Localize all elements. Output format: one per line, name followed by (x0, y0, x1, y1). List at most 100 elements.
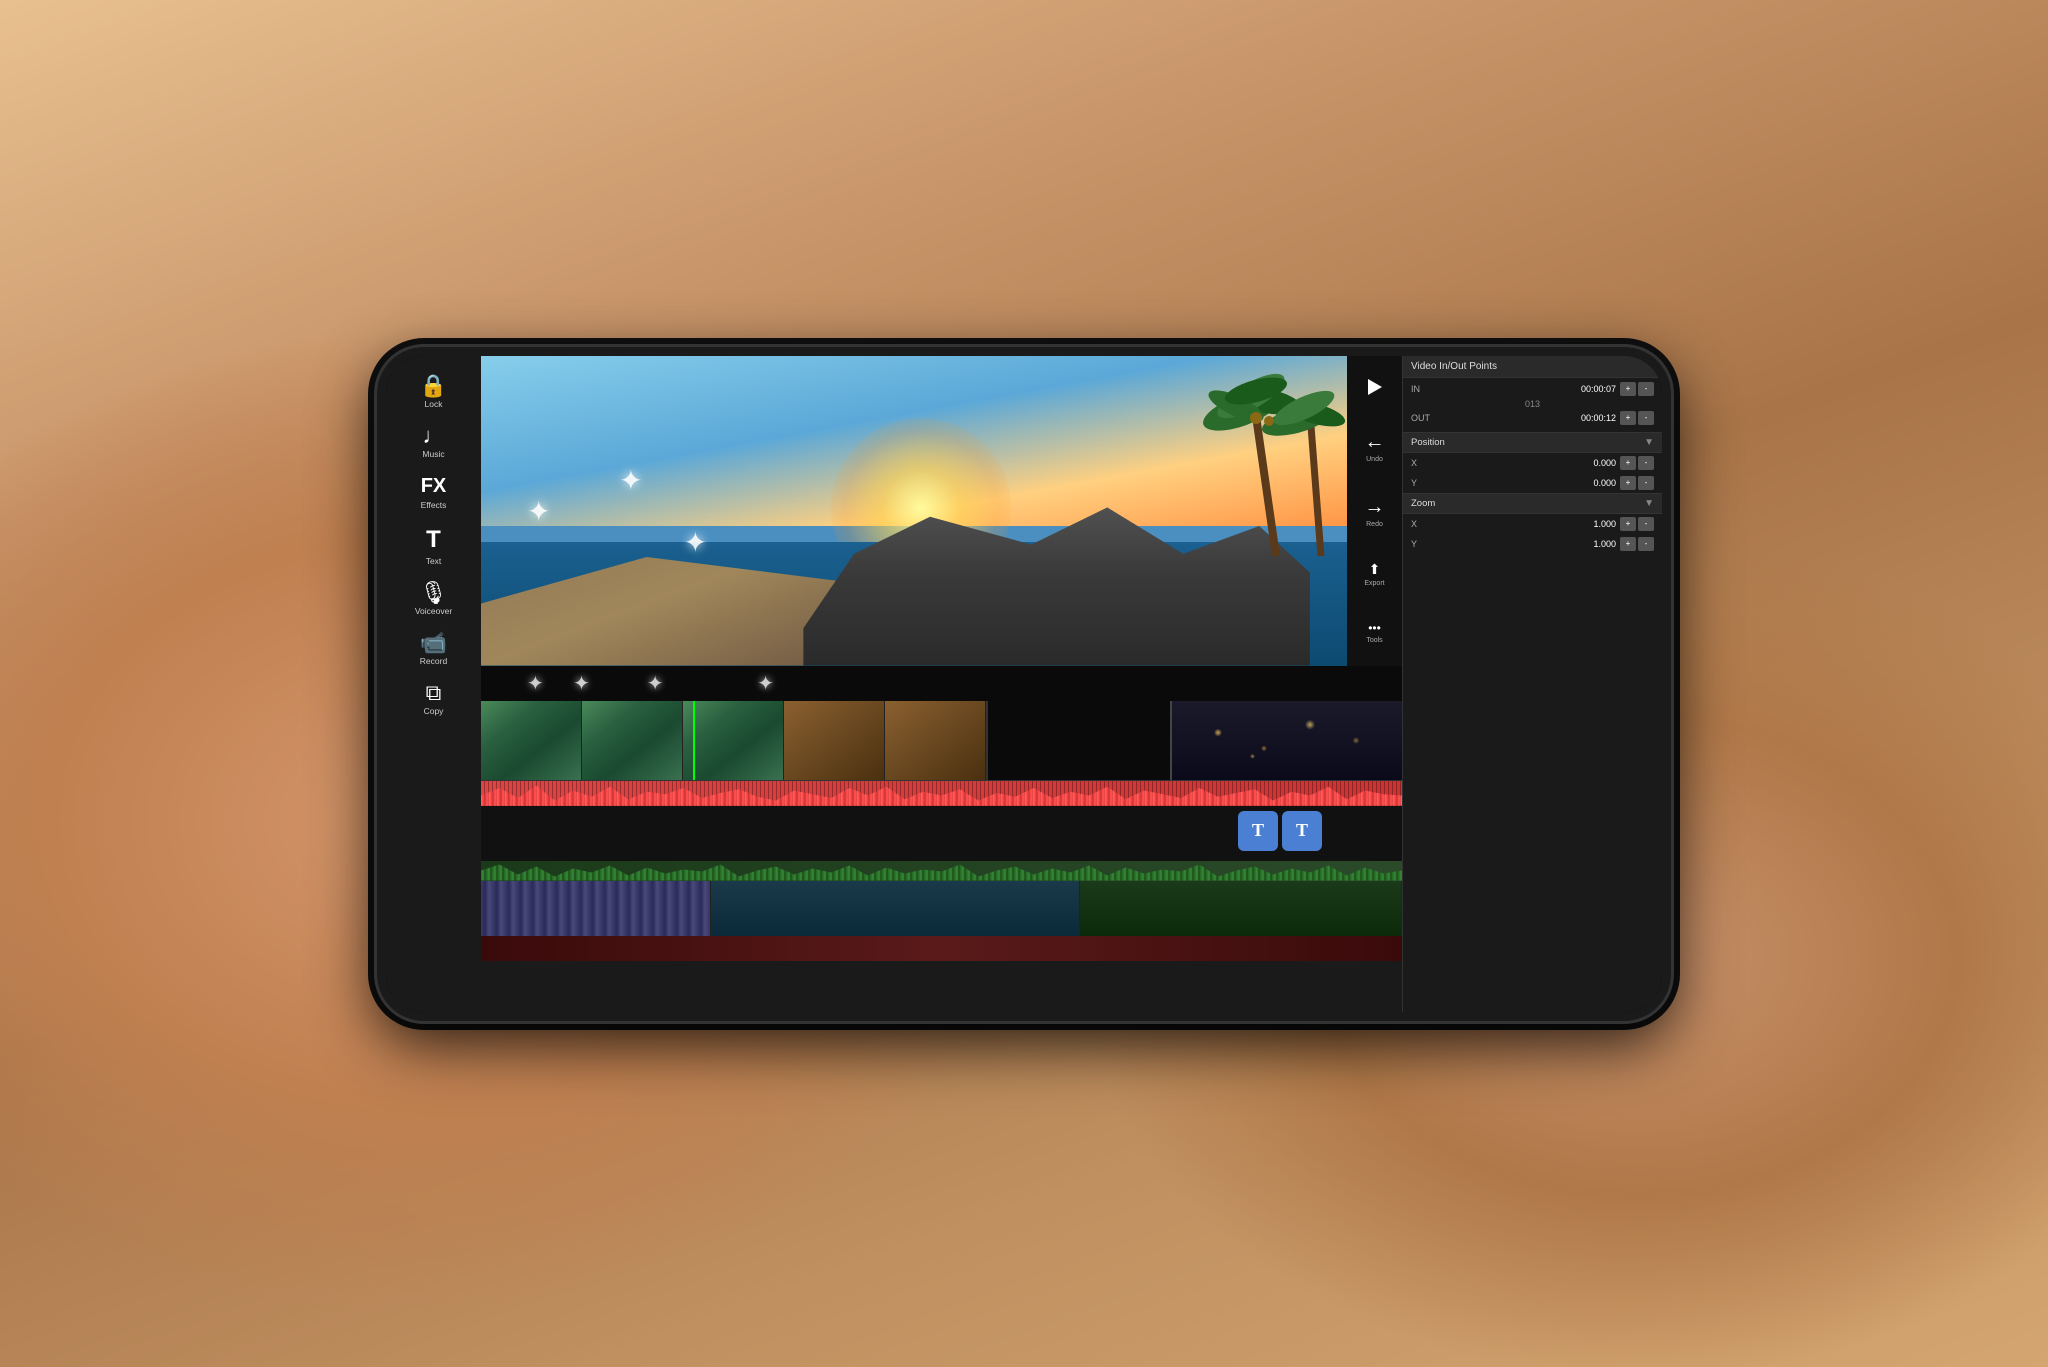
title-button-2[interactable]: T (1282, 811, 1322, 851)
position-x-row: X 0.000 + - (1403, 453, 1662, 473)
zoom-x-label: X (1411, 519, 1431, 529)
thumb-2 (582, 701, 683, 780)
music-icon: ♩ (422, 425, 444, 447)
in-label: IN (1411, 384, 1441, 394)
sparkle-track-1: ✦ (527, 671, 544, 696)
tools-icon: ••• (1368, 621, 1381, 635)
redo-icon: → (1365, 496, 1385, 519)
undo-button[interactable]: ← Undo (1365, 431, 1385, 463)
pos-y-plus[interactable]: + (1620, 476, 1636, 490)
position-x-label: X (1411, 458, 1431, 468)
zoom-y-value: 1.000 (1435, 539, 1616, 549)
in-value: 00:00:07 (1445, 384, 1616, 394)
zoom-y-row: Y 1.000 + - (1403, 534, 1662, 554)
out-plus-btn[interactable]: + (1620, 411, 1636, 425)
scene: 🔒 Lock ♩ Music FX Effects T Text 🎙 (0, 0, 2048, 1367)
tools-button[interactable]: ••• Tools (1366, 621, 1382, 644)
phone-device: 🔒 Lock ♩ Music FX Effects T Text 🎙 (374, 344, 1674, 1024)
undo-label: Undo (1366, 456, 1383, 463)
toolbar-left: 🔒 Lock ♩ Music FX Effects T Text 🎙 (386, 356, 481, 1012)
pos-x-minus[interactable]: - (1638, 456, 1654, 470)
tools-label: Tools (1366, 637, 1382, 644)
phone-screen: 🔒 Lock ♩ Music FX Effects T Text 🎙 (386, 356, 1662, 1012)
tool-lock[interactable]: 🔒 Lock (416, 371, 451, 413)
export-button[interactable]: ⬆ Export (1364, 561, 1384, 587)
green-clip-2[interactable] (1080, 881, 1402, 936)
pos-y-minus[interactable]: - (1638, 476, 1654, 490)
audio-wave (481, 781, 1402, 806)
zoom-x-buttons: + - (1620, 517, 1654, 531)
audio-waveform-track (481, 781, 1402, 806)
track-clips-container (481, 701, 1402, 780)
sparkle-2: ✦ (619, 464, 642, 497)
thumb-1 (481, 701, 582, 780)
zoom-section-header: Zoom ▼ (1403, 493, 1662, 514)
zoom-x-minus[interactable]: - (1638, 517, 1654, 531)
playhead (693, 701, 695, 780)
title-button-1[interactable]: T (1238, 811, 1278, 851)
out-minus-btn[interactable]: - (1638, 411, 1654, 425)
bottom-track-area (481, 881, 1402, 936)
zoom-x-row: X 1.000 + - (1403, 514, 1662, 534)
bottom-audio-track (481, 936, 1402, 961)
right-panel: Video In/Out Points IN 00:00:07 + - 013 … (1402, 356, 1662, 1012)
fx-icon: FX (421, 475, 447, 498)
in-buttons: + - (1620, 382, 1654, 396)
sparkle-3: ✦ (684, 526, 707, 559)
zoom-y-label: Y (1411, 539, 1431, 549)
main-content: ✦ ✦ ✦ ← Undo → (481, 356, 1402, 1012)
title-overlays: T T (1238, 811, 1322, 851)
tool-effects[interactable]: FX Effects (417, 471, 451, 514)
zoom-y-plus[interactable]: + (1620, 537, 1636, 551)
timeline-area: ✦ ✦ ✦ ✦ (481, 666, 1402, 1012)
position-y-row: Y 0.000 + - (1403, 473, 1662, 493)
tool-copy-label: Copy (424, 706, 444, 716)
copy-icon: ⧉ (426, 682, 442, 704)
redo-button[interactable]: → Redo (1365, 496, 1385, 528)
tool-record-label: Record (420, 656, 447, 666)
tool-voiceover[interactable]: 🎙 Voiceover (411, 578, 456, 620)
bokeh-clip[interactable] (1172, 701, 1402, 780)
in-plus-btn[interactable]: + (1620, 382, 1636, 396)
sparkle-track-2: ✦ (647, 671, 664, 696)
video-preview-inner: ✦ ✦ ✦ (481, 356, 1402, 666)
sparkle-track-4: ✦ (573, 671, 590, 696)
thumb-4 (784, 701, 885, 780)
zoom-chevron: ▼ (1644, 498, 1654, 509)
zoom-y-buttons: + - (1620, 537, 1654, 551)
export-icon: ⬆ (1369, 561, 1381, 578)
ocean-clip[interactable] (711, 881, 1079, 936)
clip-thumbnails (481, 701, 986, 780)
lock-icon: 🔒 (420, 375, 447, 397)
tool-music[interactable]: ♩ Music (418, 421, 448, 463)
zoom-x-plus[interactable]: + (1620, 517, 1636, 531)
tool-copy[interactable]: ⧉ Copy (420, 678, 448, 720)
pos-x-plus[interactable]: + (1620, 456, 1636, 470)
sparkle-track-3: ✦ (757, 671, 774, 696)
tool-lock-label: Lock (425, 399, 443, 409)
beach-clip[interactable] (481, 701, 988, 780)
video-preview: ✦ ✦ ✦ ← Undo → (481, 356, 1402, 666)
position-y-label: Y (1411, 478, 1431, 488)
play-button[interactable] (1366, 377, 1384, 397)
record-icon: 📹 (420, 632, 447, 654)
out-row: OUT 00:00:12 + - (1411, 411, 1654, 425)
palm-trees-svg (956, 356, 1356, 556)
dark-clip[interactable] (988, 701, 1172, 780)
position-x-value: 0.000 (1435, 458, 1616, 468)
title-track: T T (481, 806, 1402, 861)
inout-section: IN 00:00:07 + - 013 OUT 00:00:12 + (1403, 378, 1662, 432)
thumb-3 (683, 701, 784, 780)
tool-record[interactable]: 📹 Record (416, 628, 451, 670)
thumb-5 (885, 701, 986, 780)
zoom-y-minus[interactable]: - (1638, 537, 1654, 551)
out-buttons: + - (1620, 411, 1654, 425)
out-label: OUT (1411, 413, 1441, 423)
zoom-x-value: 1.000 (1435, 519, 1616, 529)
bokeh-lights (1172, 701, 1402, 780)
in-minus-btn[interactable]: - (1638, 382, 1654, 396)
redo-label: Redo (1366, 521, 1383, 528)
tool-text[interactable]: T Text (422, 522, 446, 570)
city-clip[interactable] (481, 881, 711, 936)
tool-music-label: Music (422, 449, 444, 459)
